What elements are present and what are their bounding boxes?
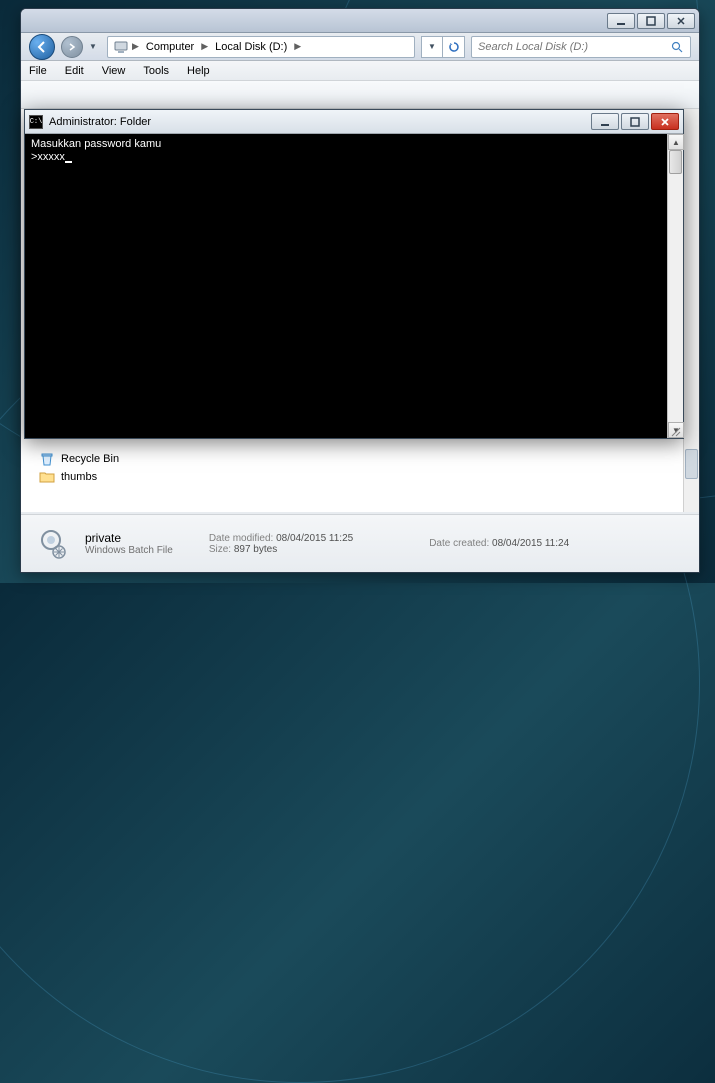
details-filetype: Windows Batch File xyxy=(85,545,173,556)
address-bar-row: ▼ ▶ Computer ▶ Local Disk (D:) ▶ ▼ xyxy=(21,33,699,61)
explorer-minimize-button[interactable] xyxy=(607,13,635,29)
menu-edit[interactable]: Edit xyxy=(65,65,84,77)
explorer-close-button[interactable] xyxy=(667,13,695,29)
explorer-titlebar xyxy=(21,9,699,33)
search-input[interactable] xyxy=(478,41,670,53)
file-label: Recycle Bin xyxy=(61,453,119,465)
breadcrumb-computer[interactable]: Computer xyxy=(141,41,199,53)
chevron-right-icon[interactable]: ▶ xyxy=(130,41,141,52)
cmd-window: C:\ Administrator: Folder Masukkan passw… xyxy=(24,109,684,439)
breadcrumb[interactable]: ▶ Computer ▶ Local Disk (D:) ▶ xyxy=(107,36,415,58)
details-pane: private Windows Batch File Date modified… xyxy=(21,514,699,572)
resize-grip-icon[interactable] xyxy=(669,424,681,436)
cmd-minimize-button[interactable] xyxy=(591,113,619,130)
file-item-thumbs[interactable]: thumbs xyxy=(39,469,119,485)
toolbar xyxy=(21,81,699,109)
cmd-input-line: >xxxxx xyxy=(31,151,65,163)
details-created-label: Date created: xyxy=(429,538,489,549)
file-label: thumbs xyxy=(61,471,97,483)
recycle-bin-icon xyxy=(39,451,55,467)
details-modified-value: 08/04/2015 11:25 xyxy=(276,533,353,544)
scroll-track[interactable] xyxy=(668,150,683,422)
cmd-maximize-button[interactable] xyxy=(621,113,649,130)
nav-history-dropdown[interactable]: ▼ xyxy=(89,42,101,51)
menu-bar: File Edit View Tools Help xyxy=(21,61,699,81)
cmd-close-button[interactable] xyxy=(651,113,679,130)
cursor-icon xyxy=(65,161,72,163)
details-size-value: 897 bytes xyxy=(234,544,277,555)
search-icon[interactable] xyxy=(670,40,684,54)
breadcrumb-drive[interactable]: Local Disk (D:) xyxy=(210,41,292,53)
chevron-right-icon[interactable]: ▶ xyxy=(292,41,303,52)
details-size-label: Size: xyxy=(209,544,231,555)
details-modified-label: Date modified: xyxy=(209,533,273,544)
cmd-title: Administrator: Folder xyxy=(49,116,585,128)
menu-tools[interactable]: Tools xyxy=(143,65,169,77)
cmd-scrollbar[interactable]: ▲ ▼ xyxy=(667,134,683,438)
cmd-icon: C:\ xyxy=(29,115,43,129)
explorer-scrollbar[interactable] xyxy=(683,109,699,512)
explorer-maximize-button[interactable] xyxy=(637,13,665,29)
batch-file-icon xyxy=(33,526,69,562)
refresh-button[interactable] xyxy=(443,36,465,58)
scroll-thumb[interactable] xyxy=(669,150,682,174)
menu-view[interactable]: View xyxy=(102,65,126,77)
search-box[interactable] xyxy=(471,36,691,58)
menu-help[interactable]: Help xyxy=(187,65,210,77)
cmd-output-line: Masukkan password kamu xyxy=(31,138,161,150)
cmd-body[interactable]: Masukkan password kamu >xxxxx ▲ ▼ xyxy=(25,134,683,438)
scroll-up-button[interactable]: ▲ xyxy=(668,134,684,150)
details-filename: private xyxy=(85,531,173,545)
details-created-value: 08/04/2015 11:24 xyxy=(492,538,569,549)
nav-back-button[interactable] xyxy=(29,34,55,60)
nav-forward-button[interactable] xyxy=(61,36,83,58)
folder-icon xyxy=(39,469,55,485)
computer-icon xyxy=(112,38,130,56)
chevron-right-icon[interactable]: ▶ xyxy=(199,41,210,52)
file-item-recycle-bin[interactable]: Recycle Bin xyxy=(39,451,119,467)
address-dropdown-button[interactable]: ▼ xyxy=(421,36,443,58)
cmd-titlebar[interactable]: C:\ Administrator: Folder xyxy=(25,110,683,134)
menu-file[interactable]: File xyxy=(29,65,47,77)
